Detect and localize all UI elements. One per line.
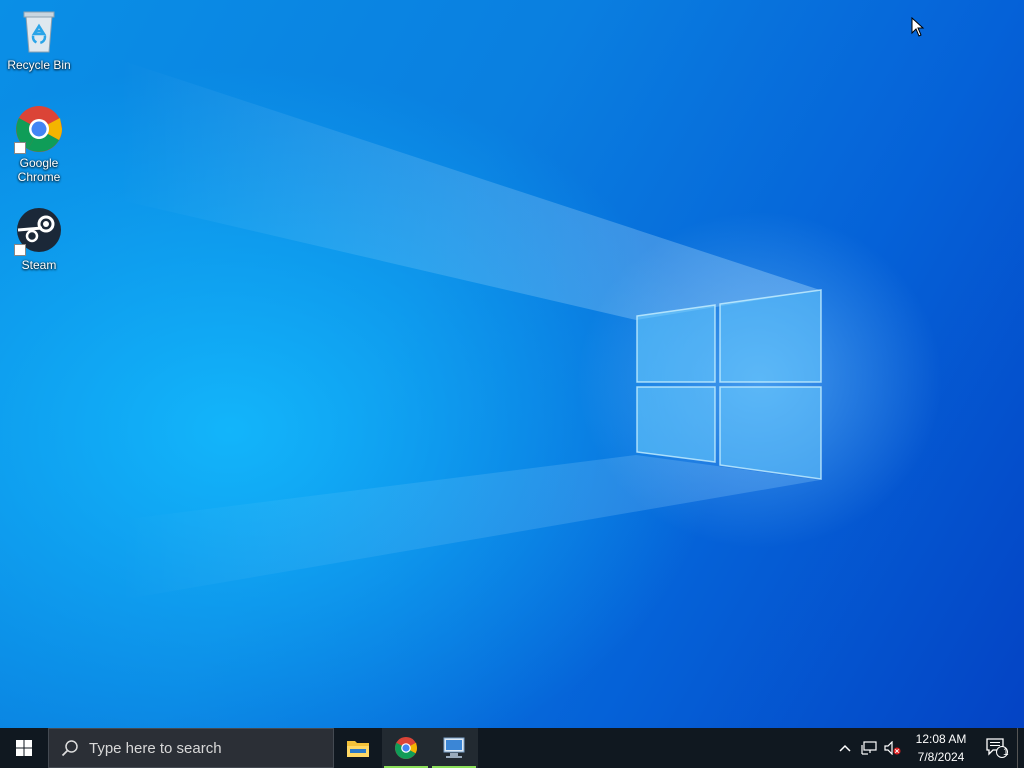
desktop-icon-label: Recycle Bin: [7, 58, 71, 72]
system-tray: 12:08 AM 7/8/2024 1: [833, 728, 1024, 768]
taskbar-app-remote-desktop[interactable]: [430, 728, 478, 768]
recycle-bin-icon: [14, 6, 64, 56]
volume-button[interactable]: [881, 728, 905, 768]
clock-date: 7/8/2024: [917, 750, 965, 764]
desktop-icon-steam[interactable]: Steam: [4, 206, 74, 272]
search-icon: [61, 740, 78, 757]
desktop-icon-label: Steam: [21, 258, 57, 272]
network-icon: [861, 741, 877, 755]
windows-start-icon: [16, 740, 32, 756]
wallpaper-beams: [120, 60, 820, 600]
taskbar: Type here to search 12:08 AM 7/8/2024 1: [0, 728, 1024, 768]
desktop-icon-label: Google Chrome: [17, 156, 61, 184]
taskbar-app-google-chrome[interactable]: [382, 728, 430, 768]
network-button[interactable]: [857, 728, 881, 768]
shortcut-arrow-icon: [14, 244, 26, 256]
file-explorer-icon: [347, 741, 369, 757]
show-hidden-icons-button[interactable]: [833, 728, 857, 768]
clock-time: 12:08 AM: [915, 732, 967, 746]
shortcut-arrow-icon: [14, 142, 26, 154]
search-placeholder: Type here to search: [89, 739, 222, 757]
desktop-icon-recycle-bin[interactable]: Recycle Bin: [4, 6, 74, 72]
desktop[interactable]: Recycle Bin Google Chrome Steam: [0, 0, 1024, 728]
steam-icon: [14, 206, 64, 256]
taskbar-app-file-explorer[interactable]: [334, 728, 382, 768]
desktop-icon-google-chrome[interactable]: Google Chrome: [4, 104, 74, 184]
windows-logo: [636, 289, 822, 480]
notification-count-badge: 1: [1003, 747, 1009, 758]
taskbar-clock[interactable]: 12:08 AM 7/8/2024: [905, 730, 977, 766]
action-center-button[interactable]: 1: [977, 728, 1017, 768]
start-button[interactable]: [0, 728, 48, 768]
chrome-icon: [14, 104, 64, 154]
remote-desktop-icon: [443, 737, 465, 758]
chrome-icon: [394, 736, 418, 760]
mouse-cursor-icon: [911, 17, 925, 37]
chevron-up-icon: [839, 744, 851, 752]
show-desktop-button[interactable]: [1017, 728, 1024, 768]
taskbar-search-box[interactable]: Type here to search: [48, 728, 334, 768]
volume-muted-icon: [884, 741, 901, 755]
